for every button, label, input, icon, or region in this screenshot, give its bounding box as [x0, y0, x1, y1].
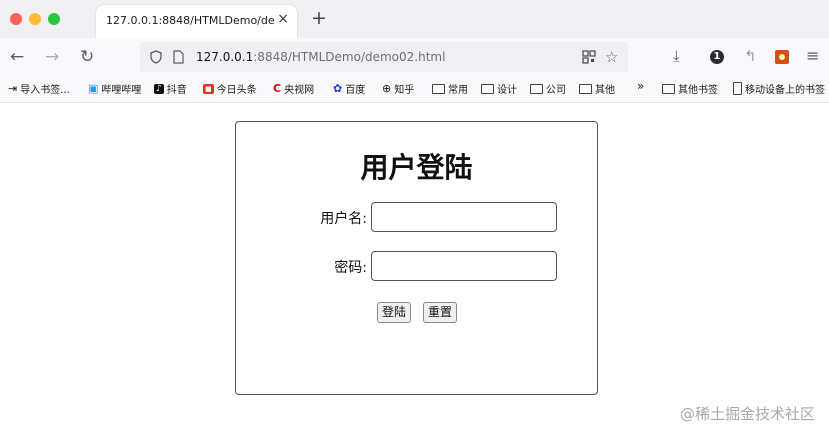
- bookmark-folder-common[interactable]: 常用: [432, 81, 468, 96]
- bookmark-zhihu[interactable]: ⊕ 知乎: [382, 81, 414, 96]
- tab-bar: 127.0.0.1:8848/HTMLDemo/demo02.html × +: [0, 0, 829, 38]
- active-tab[interactable]: 127.0.0.1:8848/HTMLDemo/demo02.html ×: [96, 5, 297, 38]
- url-path: :8848/HTMLDemo/demo02.html: [253, 50, 446, 64]
- bookmark-douyin[interactable]: ♪ 抖音: [154, 81, 187, 96]
- login-button[interactable]: 登陆: [377, 302, 412, 323]
- baidu-paw-icon: ✿: [333, 82, 343, 95]
- forward-icon[interactable]: →: [45, 47, 59, 67]
- maximize-window-button[interactable]: [48, 13, 60, 25]
- tab-title: 127.0.0.1:8848/HTMLDemo/demo02.html: [106, 14, 274, 27]
- bookmark-mobile-bookmarks[interactable]: 移动设备上的书签: [733, 81, 825, 96]
- bookmark-toutiao[interactable]: ■ 今日头条: [203, 81, 257, 96]
- address-bar[interactable]: 127.0.0.1:8848/HTMLDemo/demo02.html ☆: [140, 42, 628, 72]
- bookmark-baidu[interactable]: ✿ 百度: [333, 81, 365, 96]
- extension-icon[interactable]: [775, 50, 789, 64]
- close-tab-icon[interactable]: ×: [277, 11, 289, 27]
- navigation-bar: ← → ↻ 127.0.0.1:8848/HTMLDemo/demo02.htm…: [0, 38, 829, 76]
- login-title: 用户登陆: [360, 151, 473, 184]
- menu-icon[interactable]: ≡: [806, 46, 819, 65]
- bookmark-bilibili[interactable]: ▣ 哔哩哔哩: [88, 81, 141, 96]
- globe-icon: ⊕: [382, 82, 392, 95]
- star-icon[interactable]: ☆: [605, 48, 618, 66]
- bookmark-folder-other[interactable]: 其他: [579, 81, 615, 96]
- reload-icon[interactable]: ↻: [80, 47, 94, 67]
- bookmark-folder-company[interactable]: 公司: [530, 81, 566, 96]
- mobile-device-icon: [733, 82, 742, 95]
- username-row: 用户名:: [236, 202, 597, 232]
- username-input[interactable]: [371, 202, 557, 232]
- bookmark-other-bookmarks[interactable]: 其他书签: [662, 81, 718, 96]
- bookmark-import[interactable]: ⇥ 导入书签...: [8, 81, 70, 96]
- download-icon[interactable]: ⤓: [673, 47, 680, 65]
- reply-icon[interactable]: ↰: [744, 47, 757, 65]
- notification-badge-icon[interactable]: 1: [710, 50, 724, 64]
- bookmarks-overflow-chevron-icon[interactable]: »: [637, 79, 644, 93]
- folder-icon: [530, 83, 543, 94]
- new-tab-button[interactable]: +: [311, 7, 327, 29]
- qr-icon[interactable]: [582, 50, 596, 64]
- folder-icon: [432, 83, 445, 94]
- page-icon[interactable]: [173, 50, 184, 64]
- folder-icon: [579, 83, 592, 94]
- password-row: 密码:: [236, 251, 597, 281]
- folder-icon: [481, 83, 494, 94]
- username-label: 用户名:: [320, 211, 367, 227]
- cctv-icon: C: [273, 82, 282, 95]
- close-window-button[interactable]: [10, 13, 22, 25]
- url-host: 127.0.0.1: [196, 50, 254, 64]
- folder-icon: [662, 83, 675, 94]
- bilibili-icon: ▣: [88, 82, 99, 95]
- watermark: @稀土掘金技术社区: [679, 405, 815, 423]
- password-label: 密码:: [334, 260, 367, 276]
- reset-button[interactable]: 重置: [423, 302, 458, 323]
- login-form: 用户登陆 用户名: 密码: 登陆 重置: [235, 121, 598, 395]
- shield-icon[interactable]: [150, 50, 162, 64]
- password-input[interactable]: [371, 251, 557, 281]
- url-text[interactable]: 127.0.0.1:8848/HTMLDemo/demo02.html: [196, 50, 445, 64]
- douyin-icon: ♪: [154, 83, 164, 94]
- toutiao-icon: ■: [203, 83, 214, 94]
- bookmark-cctv[interactable]: C 央视网: [273, 81, 314, 96]
- bookmarks-toolbar: ⇥ 导入书签... ▣ 哔哩哔哩 ♪ 抖音 ■ 今日头条 C 央视网 ✿ 百度 ⊕ 知乎 常用…: [0, 76, 829, 103]
- bookmark-folder-design[interactable]: 设计: [481, 81, 517, 96]
- back-icon[interactable]: ←: [10, 47, 24, 67]
- import-icon: ⇥: [8, 82, 18, 95]
- minimize-window-button[interactable]: [29, 13, 41, 25]
